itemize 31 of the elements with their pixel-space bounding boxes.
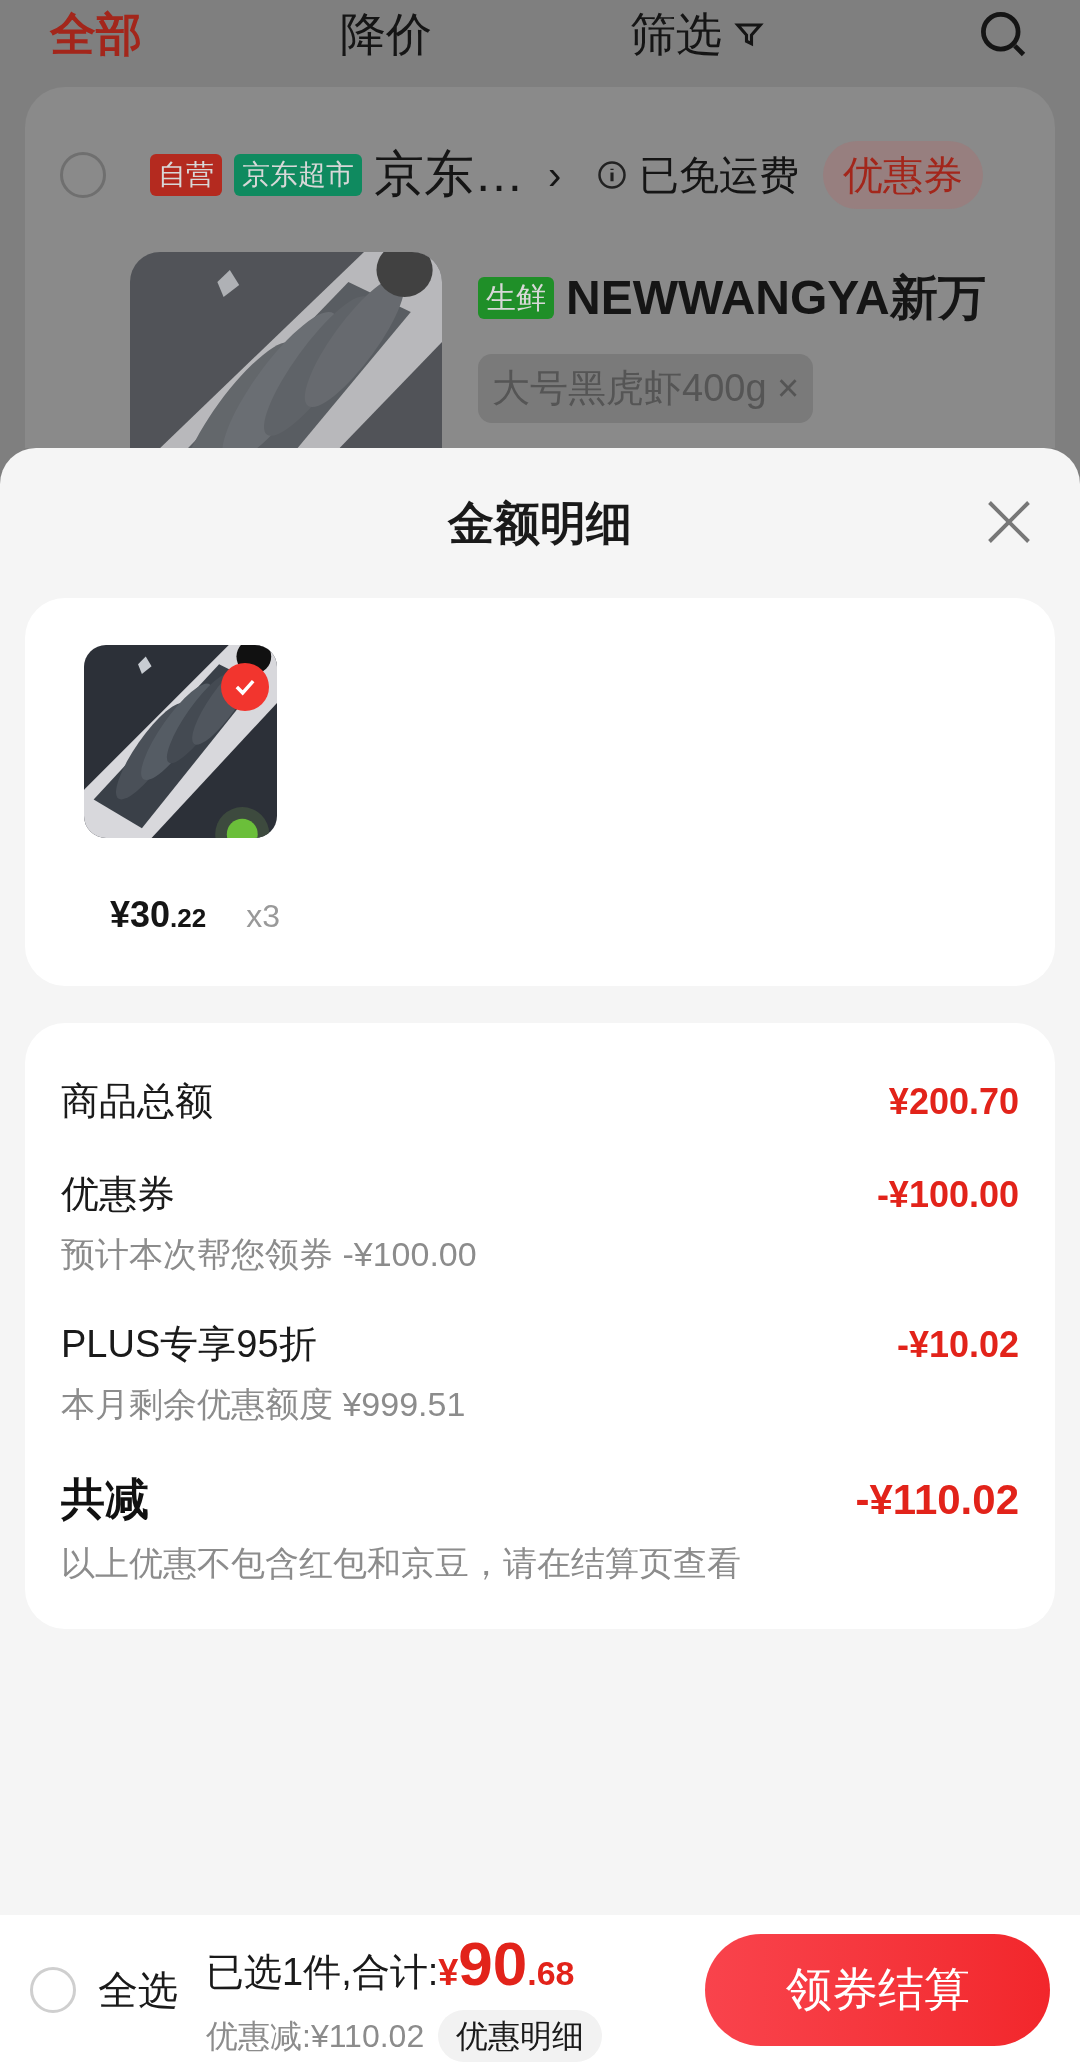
item-quantity: x3 [246, 897, 281, 936]
amount-note: 以上优惠不包含红包和京豆，请在结算页查看 [61, 1543, 742, 1584]
sheet-title: 金额明细 [448, 495, 632, 551]
amount-value: ¥200.70 [888, 1079, 1019, 1124]
checkbox[interactable] [60, 151, 106, 198]
store-badge: 自营 [150, 153, 222, 196]
total-label: 已选1件,合计: [206, 1950, 439, 1995]
discount-label: 优惠减:¥110.02 [206, 2017, 425, 2056]
fresh-tag: 生鲜 [478, 277, 554, 319]
item-price: ¥30.22 [110, 893, 207, 937]
store-name[interactable]: 京东… [374, 137, 524, 212]
info-icon [597, 159, 628, 190]
amount-value: -¥110.02 [855, 1474, 1019, 1525]
amount-note: 预计本次帮您领券 -¥100.00 [61, 1234, 478, 1275]
total-price: ¥90.68 [438, 1928, 575, 2000]
checkout-button[interactable]: 领券结算 [705, 1933, 1050, 2046]
amount-label: PLUS专享95折 [61, 1322, 317, 1367]
tab[interactable]: 降价 [340, 0, 432, 69]
amount-label: 共减 [61, 1473, 149, 1525]
shipping-label: 已免运费 [639, 151, 800, 199]
amount-label: 商品总额 [61, 1079, 213, 1124]
product-title[interactable]: NEWWANGYA新万 [566, 262, 986, 334]
chevron-icon[interactable]: › [548, 144, 562, 205]
amount-note: 本月剩余优惠额度 ¥999.51 [61, 1384, 467, 1425]
amount-value: -¥100.00 [876, 1172, 1019, 1217]
amount-label: 优惠券 [61, 1172, 175, 1217]
tab[interactable]: 筛选 [630, 0, 722, 69]
amount-value: -¥10.02 [896, 1322, 1019, 1367]
select-all-label[interactable]: 全选 [98, 1959, 178, 2020]
store-badge: 京东超市 [234, 153, 362, 196]
discount-detail-button[interactable]: 优惠明细 [438, 2010, 603, 2062]
